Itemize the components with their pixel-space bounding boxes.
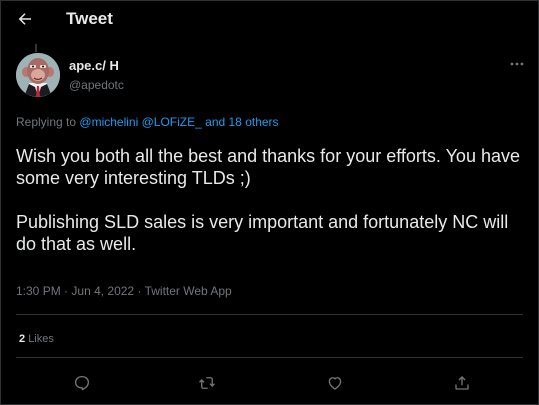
reply-button[interactable] (67, 368, 97, 398)
thread-connector (35, 44, 37, 52)
avatar[interactable] (16, 53, 60, 97)
header: Tweet (0, 0, 539, 40)
arrow-left-icon (18, 13, 31, 25)
divider (16, 314, 523, 315)
tweet-source[interactable]: Twitter Web App (145, 284, 232, 298)
author-handle[interactable]: @apedotc (69, 78, 124, 92)
replying-prefix: Replying to (16, 115, 77, 129)
likes-label: Likes (28, 333, 54, 345)
like-button[interactable] (320, 368, 350, 398)
mention-link[interactable]: @michelini (79, 115, 138, 129)
meta-separator: · (137, 284, 145, 298)
tweet-text: Wish you both all the best and thanks fo… (16, 145, 531, 255)
heart-icon (328, 377, 342, 390)
retweet-button[interactable] (192, 368, 222, 398)
retweet-icon (199, 377, 215, 389)
comment-icon (74, 375, 90, 391)
mention-link[interactable]: @LOFiZE_ (142, 115, 202, 129)
tweet-paragraph: Wish you both all the best and thanks fo… (16, 146, 520, 188)
others-link[interactable]: and 18 others (205, 115, 278, 129)
share-button[interactable] (447, 368, 477, 398)
likes-stat[interactable]: 2 Likes (19, 333, 54, 345)
ape-avatar-image (16, 53, 60, 97)
divider (16, 357, 523, 358)
tweet-meta: 1:30 PM · Jun 4, 2022 · Twitter Web App (16, 284, 232, 298)
more-dots-icon (510, 62, 524, 66)
share-icon (455, 376, 469, 390)
tweet-paragraph: Publishing SLD sales is very important a… (16, 212, 509, 254)
replying-to: Replying to @michelini @LOFiZE_ and 18 o… (16, 115, 279, 129)
tweet-date[interactable]: Jun 4, 2022 (71, 284, 134, 298)
tweet-time[interactable]: 1:30 PM (16, 284, 61, 298)
action-bar (0, 368, 539, 398)
likes-count: 2 (19, 333, 26, 345)
back-button[interactable] (10, 4, 40, 34)
author-name[interactable]: ape.c/ H (69, 58, 119, 73)
page-title: Tweet (66, 9, 113, 28)
more-options-button[interactable] (505, 56, 529, 72)
